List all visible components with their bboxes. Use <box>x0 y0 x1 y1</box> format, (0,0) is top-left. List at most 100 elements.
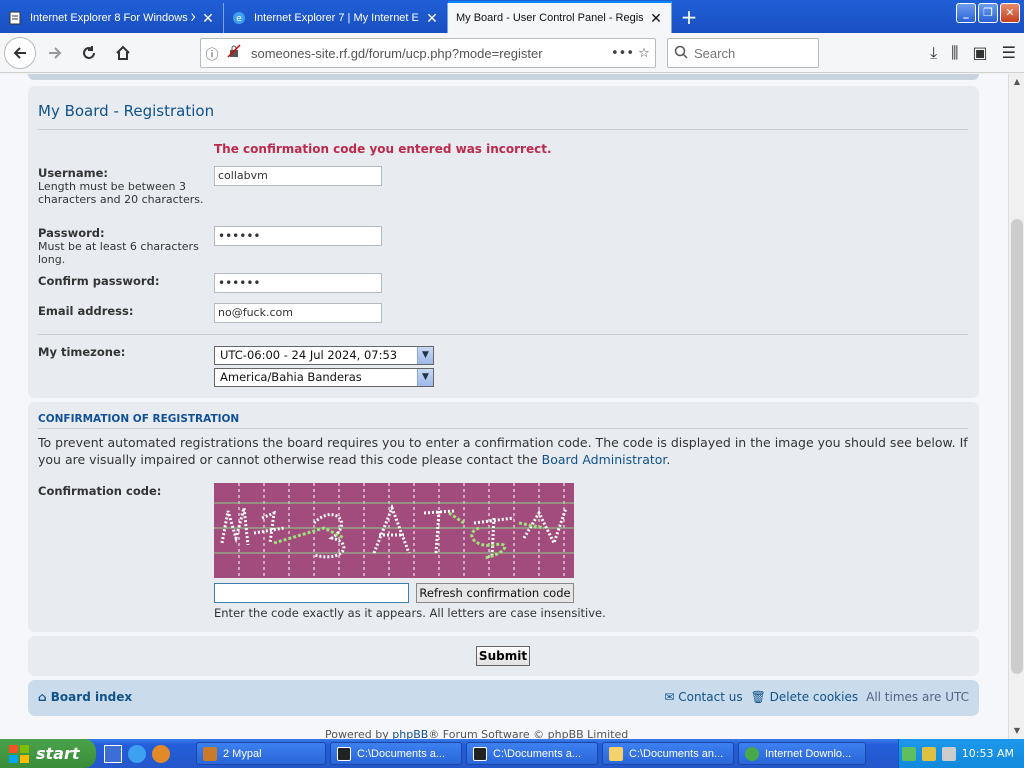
vertical-scrollbar[interactable]: ▲ ▼ <box>1008 74 1024 739</box>
phpbb-link[interactable]: phpBB <box>392 728 428 739</box>
search-input[interactable] <box>694 45 804 61</box>
confirm-password-label: Confirm password: <box>38 274 160 288</box>
taskbar-item-label: C:\Documents an... <box>629 747 724 760</box>
close-icon[interactable]: ✕ <box>425 11 439 25</box>
refresh-confirmation-code-button[interactable]: Refresh confirmation code <box>416 583 574 603</box>
timezone-note: All times are UTC <box>866 690 969 704</box>
menu-icon[interactable]: ☰ <box>1002 43 1016 63</box>
powered-by: Powered by phpBB® Forum Software © phpBB… <box>325 728 628 739</box>
timezone-select[interactable]: UTC-06:00 - 24 Jul 2024, 07:53 ▼ <box>214 346 434 365</box>
scroll-down-icon[interactable]: ▼ <box>1009 723 1024 739</box>
insecure-lock-icon[interactable] <box>223 44 245 62</box>
confirmation-text-before: To prevent automated registrations the b… <box>38 435 968 467</box>
contact-us-link[interactable]: ✉ Contact us <box>664 690 742 704</box>
svg-text:e: e <box>236 14 242 24</box>
7zip-icon <box>473 746 487 761</box>
email-field[interactable]: no@fuck.com <box>214 303 382 323</box>
confirmation-panel: CONFIRMATION OF REGISTRATION To prevent … <box>28 402 979 632</box>
search-box[interactable] <box>667 38 819 68</box>
page-actions-icon[interactable]: ••• <box>611 46 634 61</box>
tab-registration[interactable]: My Board - User Control Panel - Registra… <box>448 1 672 33</box>
chevron-down-icon[interactable]: ▼ <box>417 347 433 364</box>
board-index-link[interactable]: ⌂ Board index <box>38 690 132 704</box>
confirmation-code-label: Confirmation code: <box>38 484 162 498</box>
error-message: The confirmation code you entered was in… <box>214 142 552 156</box>
username-field[interactable]: collabvm <box>214 166 382 186</box>
taskbar: start 2 Mypal C:\Documents a... C:\Docum… <box>0 739 1024 768</box>
tab-ie7[interactable]: e Internet Explorer 7 | My Internet Expl… <box>224 3 448 33</box>
folder-icon <box>609 746 623 761</box>
board-index-label: Board index <box>50 690 133 704</box>
clock[interactable]: 10:53 AM <box>962 747 1014 760</box>
sidebar-icon[interactable]: ▣ <box>973 43 988 63</box>
reload-icon <box>83 45 95 59</box>
bookmark-star-icon[interactable]: ☆ <box>633 46 655 61</box>
tab-ie8[interactable]: Internet Explorer 8 For Windows XP ✕ <box>0 3 224 33</box>
password-label: Password: <box>38 226 105 240</box>
timezone-region-select[interactable]: America/Bahia Banderas ▼ <box>214 368 434 387</box>
username-label: Username: <box>38 166 108 180</box>
tab-label: Internet Explorer 8 For Windows XP <box>30 12 195 24</box>
taskbar-item-mypal[interactable]: 2 Mypal <box>196 742 326 765</box>
close-icon[interactable]: ✕ <box>649 11 663 25</box>
close-window-button[interactable]: ✕ <box>1000 3 1020 23</box>
taskbar-item-folder[interactable]: C:\Documents an... <box>602 742 734 765</box>
password-field[interactable]: •••••• <box>214 226 382 246</box>
registration-panel: My Board - Registration The confirmation… <box>28 86 979 398</box>
start-button[interactable]: start <box>0 739 96 768</box>
url-bar[interactable]: ⓘ someones-site.rf.gd/forum/ucp.php?mode… <box>200 38 656 68</box>
board-administrator-link[interactable]: Board Administrator <box>542 452 667 467</box>
scroll-up-icon[interactable]: ▲ <box>1009 74 1024 90</box>
close-icon[interactable]: ✕ <box>201 11 215 25</box>
ie-icon[interactable] <box>128 744 146 763</box>
search-icon <box>668 45 694 62</box>
taskbar-item-label: Internet Downlo... <box>765 747 852 760</box>
restore-button[interactable]: ❐ <box>978 3 998 23</box>
reload-button[interactable] <box>74 38 104 68</box>
email-label: Email address: <box>38 304 134 318</box>
submit-button[interactable]: Submit <box>476 646 530 666</box>
library-icon[interactable]: ⫼ <box>951 43 958 63</box>
tab-label: My Board - User Control Panel - Registra… <box>456 12 643 24</box>
page-title: My Board - Registration <box>38 102 215 120</box>
security-icon[interactable] <box>921 746 936 761</box>
envelope-icon: ✉ <box>664 690 675 704</box>
taskbar-item-7zip-1[interactable]: C:\Documents a... <box>330 742 462 765</box>
ie-icon: e <box>232 11 246 25</box>
taskbar-item-idm[interactable]: Internet Downlo... <box>738 742 866 765</box>
taskbar-item-label: C:\Documents a... <box>493 747 582 760</box>
captcha-image <box>214 483 574 578</box>
volume-icon[interactable] <box>941 746 956 761</box>
minimize-button[interactable]: _ <box>956 3 976 23</box>
footer-nav: ⌂ Board index ✉ Contact us 🗑 Delete cook… <box>28 680 979 716</box>
idm-icon <box>745 746 759 761</box>
username-hint: Length must be between 3 characters and … <box>38 180 204 206</box>
network-icon[interactable] <box>901 746 916 761</box>
confirmation-text: To prevent automated registrations the b… <box>38 434 973 468</box>
divider <box>38 334 968 335</box>
back-button[interactable] <box>4 36 36 69</box>
taskbar-item-7zip-2[interactable]: C:\Documents a... <box>466 742 598 765</box>
show-desktop-icon[interactable] <box>104 744 122 763</box>
windows-logo-icon <box>9 744 29 763</box>
powered-suffix: ® Forum Software © phpBB Limited <box>428 728 629 739</box>
timezone-label: My timezone: <box>38 345 126 359</box>
info-icon[interactable]: ⓘ <box>201 44 223 63</box>
url-text: someones-site.rf.gd/forum/ucp.php?mode=r… <box>251 45 543 61</box>
system-tray: 10:53 AM <box>898 739 1024 768</box>
forward-button[interactable] <box>40 38 70 68</box>
chevron-down-icon[interactable]: ▼ <box>417 369 433 386</box>
media-player-icon[interactable] <box>152 744 170 763</box>
password-hint: Must be at least 6 characters long. <box>38 240 199 266</box>
header-panel-edge <box>28 74 979 80</box>
download-icon[interactable]: ⤓ <box>930 43 937 63</box>
new-tab-button[interactable]: + <box>672 3 706 33</box>
tab-bar: Internet Explorer 8 For Windows XP ✕ e I… <box>0 0 1024 33</box>
home-button[interactable] <box>108 38 138 68</box>
contact-us-label: Contact us <box>678 690 743 704</box>
delete-cookies-link[interactable]: 🗑 Delete cookies <box>751 690 859 704</box>
confirm-password-field[interactable]: •••••• <box>214 273 382 293</box>
confirmation-code-hint: Enter the code exactly as it appears. Al… <box>214 606 606 620</box>
scrollbar-thumb[interactable] <box>1011 219 1023 674</box>
confirmation-code-input[interactable] <box>214 583 409 603</box>
